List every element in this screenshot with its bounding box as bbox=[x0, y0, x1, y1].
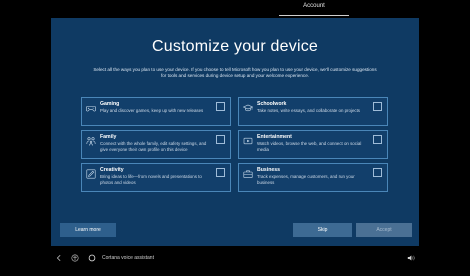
card-schoolwork-title: Schoolwork bbox=[257, 101, 287, 107]
card-entertainment-desc: Watch videos, browse the web, and connec… bbox=[257, 141, 362, 152]
page-title: Customize your device bbox=[151, 38, 319, 55]
gamepad-icon bbox=[86, 106, 96, 112]
cortana-label: Cortana voice assistant bbox=[102, 255, 154, 261]
briefcase-icon bbox=[243, 170, 253, 178]
card-business-checkbox[interactable] bbox=[373, 168, 382, 177]
card-entertainment-title: Entertainment bbox=[257, 134, 292, 140]
skip-button[interactable]: Skip bbox=[293, 223, 352, 237]
tab-account[interactable]: Account bbox=[279, 0, 349, 18]
oobe-panel: Customize your device Select all the way… bbox=[51, 18, 419, 246]
back-arrow-icon[interactable] bbox=[55, 254, 63, 262]
pen-icon bbox=[86, 169, 96, 179]
accept-button[interactable]: Accept bbox=[356, 223, 412, 237]
card-business[interactable]: Business Track expenses, manage customer… bbox=[238, 163, 388, 192]
bottom-bar: Cortana voice assistant bbox=[0, 246, 470, 276]
family-icon bbox=[86, 137, 96, 146]
tab-account-label: Account bbox=[303, 3, 325, 9]
card-gaming-desc: Play and discover games, keep up with ne… bbox=[100, 108, 204, 113]
card-family-desc: Connect with the whole family, edit safe… bbox=[100, 141, 207, 152]
card-business-title: Business bbox=[257, 167, 281, 173]
speaker-icon[interactable] bbox=[407, 254, 415, 262]
graduation-cap-icon bbox=[243, 104, 253, 112]
card-family-title: Family bbox=[100, 134, 117, 140]
card-entertainment-checkbox[interactable] bbox=[373, 135, 382, 144]
card-gaming-checkbox[interactable] bbox=[216, 102, 225, 111]
media-icon bbox=[243, 137, 253, 145]
card-schoolwork[interactable]: Schoolwork Take notes, write essays, and… bbox=[238, 97, 388, 126]
card-family[interactable]: Family Connect with the whole family, ed… bbox=[81, 130, 231, 159]
card-gaming[interactable]: Gaming Play and discover games, keep up … bbox=[81, 97, 231, 126]
card-schoolwork-desc: Take notes, write essays, and collaborat… bbox=[257, 108, 360, 113]
card-business-desc: Track expenses, manage customers, and ru… bbox=[257, 174, 355, 185]
card-creativity-desc: Bring ideas to life—from novels and pres… bbox=[100, 174, 202, 185]
card-gaming-title: Gaming bbox=[100, 101, 120, 107]
accessibility-icon[interactable] bbox=[71, 254, 79, 262]
top-bar: Account bbox=[0, 0, 470, 18]
card-creativity[interactable]: Creativity Bring ideas to life—from nove… bbox=[81, 163, 231, 192]
learn-more-button[interactable]: Learn more bbox=[60, 223, 116, 237]
card-creativity-title: Creativity bbox=[100, 167, 124, 173]
card-family-checkbox[interactable] bbox=[216, 135, 225, 144]
card-creativity-checkbox[interactable] bbox=[216, 168, 225, 177]
cortana-icon[interactable] bbox=[88, 254, 96, 262]
card-entertainment[interactable]: Entertainment Watch videos, browse the w… bbox=[238, 130, 388, 159]
page-subtitle: Select all the ways you plan to use your… bbox=[93, 67, 377, 79]
card-schoolwork-checkbox[interactable] bbox=[373, 102, 382, 111]
tab-underline bbox=[279, 15, 349, 16]
